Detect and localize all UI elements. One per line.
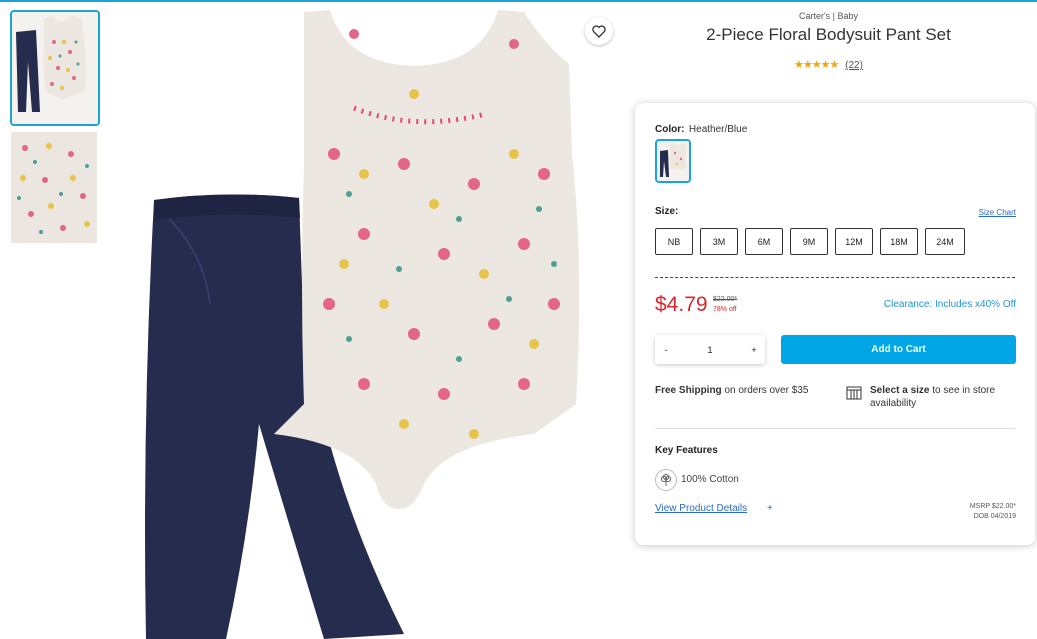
size-option-6m[interactable]: 6M [745,228,783,255]
quantity-increase-button[interactable]: + [743,345,765,355]
quantity-stepper: - 1 + [655,335,765,364]
discount-percent: 78% off [713,306,737,313]
size-label: Size: [655,206,679,217]
color-value: Heather/Blue [688,124,748,135]
original-price: $22.00* [713,296,738,303]
review-count-link[interactable]: (22) [845,60,863,71]
key-features-heading: Key Features [655,445,718,456]
cotton-glyph [660,473,672,486]
brand-label: Carter's | Baby [798,11,859,21]
msrp-info: MSRP $22.00* DOB 04/2019 [970,502,1016,522]
dob-value: DOB 04/2019 [973,513,1016,520]
size-option-12m[interactable]: 12M [835,228,873,255]
favorite-button[interactable] [585,17,613,45]
thumbnail-print-detail[interactable] [11,132,97,243]
details-expand-icon[interactable]: + [767,503,773,514]
size-option-nb[interactable]: NB [655,228,693,255]
star-rating: ★★★★★ [794,59,839,71]
clearance-note: Clearance: Includes x40% Off [883,299,1016,310]
thumbnail-print-image [11,132,97,243]
cotton-icon [655,469,677,491]
size-option-3m[interactable]: 3M [700,228,738,255]
divider-dashed [655,277,1015,278]
size-option-24m[interactable]: 24M [925,228,965,255]
rating: ★★★★★ (22) [620,58,1037,71]
color-label: Color: [655,124,685,135]
sale-price: $4.79 [655,293,708,316]
product-title: 2-Piece Floral Bodysuit Pant Set [706,25,951,44]
shipping-rest: on orders over $35 [721,385,809,396]
main-product-image [114,4,620,639]
feature-cotton: 100% Cotton [681,474,739,485]
color-row: Color: Heather/Blue [655,119,747,137]
top-accent-bar [0,0,1037,2]
store-icon [846,386,862,400]
heart-icon [592,24,606,38]
thumbnail-outfit[interactable] [10,10,100,126]
store-bold: Select a size [870,385,930,396]
view-product-details-link[interactable]: View Product Details [655,503,747,514]
color-swatch[interactable] [655,139,691,183]
shipping-bold: Free Shipping [655,385,722,396]
purchase-panel: Color: Heather/Blue Size: Size Chart NB … [635,103,1035,545]
thumbnail-outfit-image [12,12,98,124]
size-option-9m[interactable]: 9M [790,228,828,255]
product-illustration [145,10,580,639]
quantity-input[interactable]: 1 [677,345,743,355]
divider-solid [655,428,1015,429]
add-to-cart-button[interactable]: Add to Cart [781,335,1016,364]
msrp-value: MSRP $22.00* [969,503,1016,510]
size-option-18m[interactable]: 18M [880,228,918,255]
quantity-decrease-button[interactable]: - [655,345,677,355]
store-availability-info: Select a size to see in store availabili… [870,384,1020,410]
swatch-image [657,141,689,181]
shipping-info: Free Shipping on orders over $35 [655,384,825,397]
size-chart-link[interactable]: Size Chart [979,208,1016,217]
